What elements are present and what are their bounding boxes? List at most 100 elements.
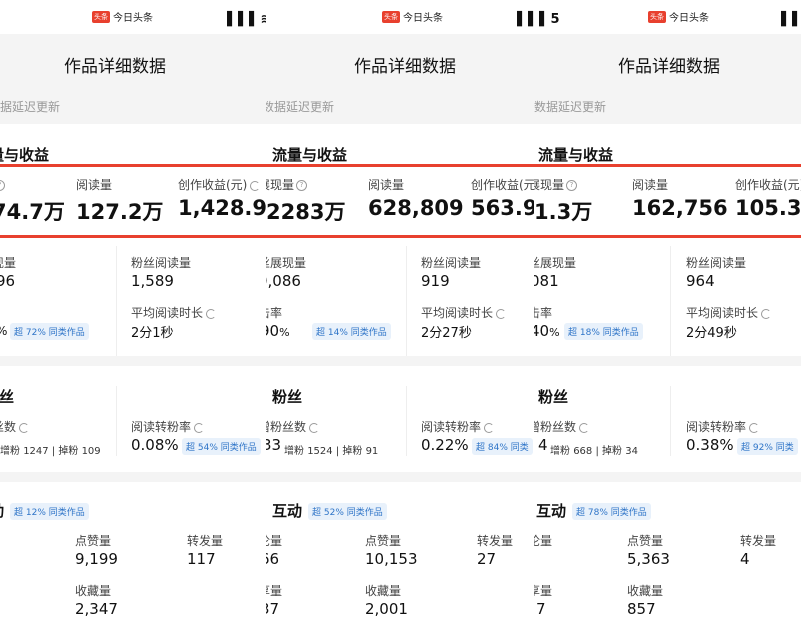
label-ctr: 点击率 bbox=[266, 306, 283, 320]
delay-note: 数据延迟更新 bbox=[266, 100, 335, 114]
value-favorites: 2,347 bbox=[75, 600, 118, 618]
value-fan-exposure: 9,086 bbox=[266, 272, 301, 290]
refresh-icon[interactable] bbox=[496, 308, 507, 319]
refresh-icon[interactable] bbox=[250, 180, 261, 191]
label-comments: 评论量 bbox=[534, 534, 553, 548]
value-fan-reads: 964 bbox=[686, 272, 715, 290]
value-conv: 0.38% bbox=[686, 436, 734, 454]
label-conv: 阅读转粉率 bbox=[421, 418, 495, 435]
traffic-card: 流量与收益 展现量? 1.3万 阅读量 162,756 创作收益(元) 105.… bbox=[534, 124, 801, 356]
value-net-fans: 33 bbox=[266, 436, 282, 454]
value-shares: 117 bbox=[187, 550, 216, 568]
divider bbox=[406, 246, 407, 356]
label-fan-exposure: 粉丝展现量 bbox=[266, 256, 307, 270]
header: 作品详细数据 bbox=[534, 34, 801, 94]
page-title: 作品详细数据 bbox=[64, 57, 166, 77]
header: 作品详细数据 bbox=[266, 34, 534, 94]
value-income: 105.31 bbox=[735, 196, 801, 220]
section-title-traffic: 流量与收益 bbox=[0, 146, 50, 164]
label-likes: 点赞量 bbox=[627, 534, 664, 548]
fans-card: 粉丝 净增粉丝数 增粉 1247 | 掉粉 109 阅读转粉率 0.08% 超 … bbox=[0, 366, 266, 472]
signal-icon: ▐▐▐ bbox=[534, 12, 545, 27]
battery-icon: 5 bbox=[550, 12, 561, 27]
value-likes: 5,363 bbox=[627, 550, 670, 568]
section-title-fans: 粉丝 bbox=[272, 388, 303, 406]
value-favorites: 2,001 bbox=[365, 600, 408, 618]
section-title-traffic: 流量与收益 bbox=[272, 146, 348, 164]
label-conv: 阅读转粉率 bbox=[131, 418, 205, 435]
refresh-icon[interactable] bbox=[761, 308, 772, 319]
value-ctr: % bbox=[0, 324, 7, 338]
help-icon[interactable]: ? bbox=[0, 180, 6, 191]
label-exposure: 展现量? bbox=[0, 176, 6, 193]
value-comments: 66 bbox=[266, 550, 280, 568]
divider bbox=[670, 386, 671, 456]
value-shares: 27 bbox=[477, 550, 497, 568]
refresh-icon[interactable] bbox=[194, 422, 205, 433]
value-exposure: 2283万 bbox=[266, 200, 346, 224]
value-conv: 0.22% bbox=[421, 436, 469, 454]
refresh-icon[interactable] bbox=[19, 422, 30, 433]
status-icons-right: ▐▐▐ bbox=[776, 12, 801, 27]
fans-add-lose: 增粉 1247 | 掉粉 109 bbox=[0, 446, 101, 457]
label-shares: 转发量 bbox=[187, 534, 224, 548]
label-likes: 点赞量 bbox=[75, 534, 112, 548]
label-income: 创作收益(元) bbox=[735, 178, 801, 192]
value-likes: 9,199 bbox=[75, 550, 118, 568]
highlight-line-top bbox=[0, 164, 266, 167]
interact-compare-tag: 超 52% 同类作品 bbox=[308, 503, 387, 520]
section-title-fans: 粉丝 bbox=[538, 388, 569, 406]
refresh-icon[interactable] bbox=[484, 422, 495, 433]
label-fan-reads: 粉丝阅读量 bbox=[421, 256, 482, 270]
label-comments: 评论量 bbox=[266, 534, 283, 548]
section-title-interact: 互动 bbox=[272, 502, 303, 520]
toutiao-logo: 头条 bbox=[92, 10, 110, 23]
label-shares: 转发量 bbox=[740, 534, 777, 548]
help-icon[interactable]: ? bbox=[296, 180, 308, 191]
label-shares: 转发量 bbox=[477, 534, 514, 548]
page-title: 作品详细数据 bbox=[618, 57, 720, 77]
highlight-line-top bbox=[534, 164, 801, 167]
refresh-icon[interactable] bbox=[749, 422, 760, 433]
page-title: 作品详细数据 bbox=[354, 57, 456, 77]
toutiao-name: 今日头条 bbox=[669, 13, 709, 24]
label-ctr: 点击率 bbox=[534, 306, 553, 320]
toutiao-badge: 头条 今日头条 bbox=[92, 9, 153, 24]
status-icons: ▐▐▐ 5 bbox=[512, 12, 534, 27]
refresh-icon[interactable] bbox=[579, 422, 590, 433]
label-income: 创作收益(元) bbox=[471, 178, 534, 192]
value-reads: 127.2万 bbox=[76, 200, 164, 224]
value-ctr: 40% bbox=[534, 322, 560, 340]
label-avg-time: 平均阅读时长 bbox=[686, 304, 772, 321]
signal-icon: ▐▐▐ bbox=[776, 12, 801, 27]
interact-card: 互动 超 78% 同类作品 评论量 点赞量 5,363 转发量 4 分享量 7 … bbox=[534, 482, 801, 640]
toutiao-name: 今日头条 bbox=[113, 13, 153, 24]
value-reads: 162,756 bbox=[632, 196, 728, 220]
conv-compare-tag: 超 92% 同类 bbox=[737, 438, 798, 455]
label-reads: 阅读量 bbox=[368, 178, 405, 192]
value-favorites: 857 bbox=[627, 600, 656, 618]
label-avg-time: 平均阅读时长 bbox=[421, 304, 507, 321]
traffic-card: 流量与收益 展现量? 74.7万 阅读量 127.2万 创作收益(元) 1,42… bbox=[0, 124, 266, 356]
label-exposure: 展现量? bbox=[266, 176, 308, 193]
value-likes: 10,153 bbox=[365, 550, 418, 568]
help-icon[interactable]: ? bbox=[566, 180, 578, 191]
highlight-line-bottom bbox=[534, 235, 801, 238]
label-fan-reads: 粉丝阅读量 bbox=[686, 256, 747, 270]
highlight-line-top bbox=[266, 164, 534, 167]
value-fan-exposure: 081 bbox=[534, 272, 559, 290]
ctr-compare-tag: 超 18% 同类作品 bbox=[564, 323, 643, 340]
refresh-icon[interactable] bbox=[206, 308, 217, 319]
toutiao-logo: 头条 bbox=[382, 10, 400, 23]
status-bar: 头条 今日头条 ▐▐▐ ≋ 5 bbox=[0, 0, 266, 34]
section-title-fans: 粉丝 bbox=[0, 388, 15, 406]
refresh-icon[interactable] bbox=[309, 422, 320, 433]
screenshot-panel-1: 头条 今日头条 ▐▐▐ ≋ 5 作品详细数据 数据延迟更新 流量与收益 展现量?… bbox=[0, 0, 266, 640]
label-favorites: 收藏量 bbox=[75, 584, 112, 598]
interact-compare-tag: 超 12% 同类作品 bbox=[10, 503, 89, 520]
fans-card: 粉丝 净增粉丝数 33 增粉 1524 | 掉粉 91 阅读转粉率 0.22% … bbox=[266, 366, 534, 472]
value-fan-reads: 919 bbox=[421, 272, 450, 290]
toutiao-logo: 头条 bbox=[648, 10, 666, 23]
value-reads: 628,809 bbox=[368, 196, 464, 220]
status-bar: ▐▐▐ 5 头条 今日头条 ▐▐▐ bbox=[534, 0, 801, 34]
